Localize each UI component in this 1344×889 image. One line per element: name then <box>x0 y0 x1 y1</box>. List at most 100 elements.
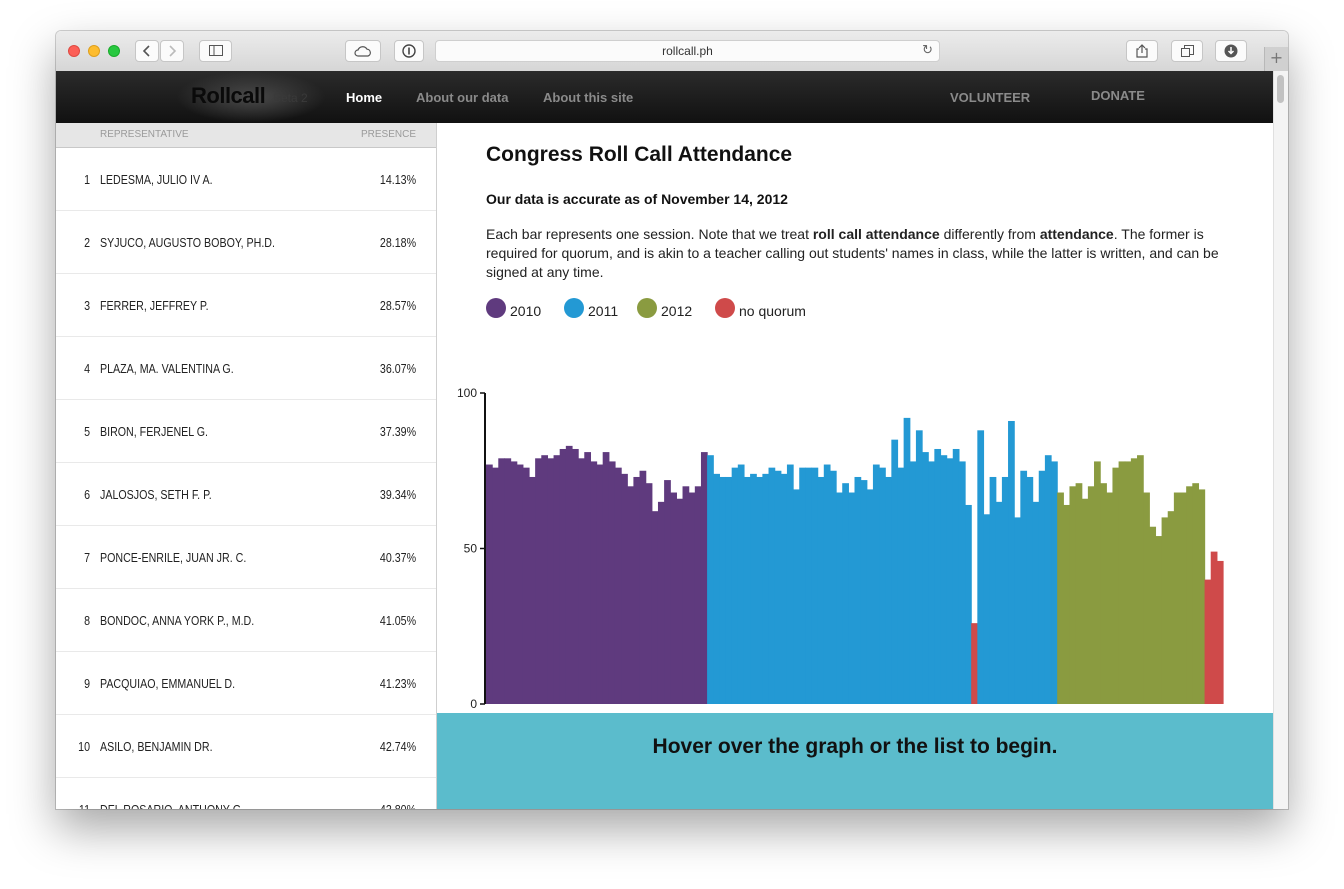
list-item[interactable]: 3 FERRER, JEFFREY P. 28.57% <box>56 274 436 337</box>
nav-about-data[interactable]: About our data <box>416 90 508 105</box>
site-logo[interactable]: Rollcall <box>191 83 266 109</box>
list-item[interactable]: 6 JALOSJOS, SETH F. P. 39.34% <box>56 463 436 526</box>
nav-about-site[interactable]: About this site <box>543 90 633 105</box>
bar-session[interactable] <box>578 458 585 704</box>
bar-session[interactable] <box>1032 501 1040 704</box>
bar-session[interactable] <box>768 467 776 704</box>
bar-session[interactable] <box>971 623 978 704</box>
bar-session[interactable] <box>621 473 628 704</box>
bar-session[interactable] <box>1069 486 1077 704</box>
bar-session[interactable] <box>1167 511 1175 704</box>
tabs-overview-button[interactable] <box>1171 40 1203 62</box>
nav-home[interactable]: Home <box>346 90 382 105</box>
bar-session[interactable] <box>836 492 843 704</box>
list-item[interactable]: 11 DEL ROSARIO, ANTHONY G. 43.80% <box>56 778 436 809</box>
bar-session[interactable] <box>590 461 598 704</box>
bar-session[interactable] <box>811 467 819 704</box>
list-item[interactable]: 9 PACQUIAO, EMMANUEL D. 41.23% <box>56 652 436 715</box>
bar-session[interactable] <box>1020 470 1028 704</box>
close-window-button[interactable] <box>68 45 80 57</box>
list-item[interactable]: 4 PLAZA, MA. VALENTINA G. 36.07% <box>56 337 436 400</box>
bar-session[interactable] <box>915 430 923 704</box>
bar-session[interactable] <box>522 467 530 704</box>
bar-session[interactable] <box>627 486 634 704</box>
bar-session[interactable] <box>688 492 696 704</box>
bar-session[interactable] <box>946 458 954 704</box>
bar-session[interactable] <box>737 464 745 704</box>
bar-session[interactable] <box>1008 420 1015 704</box>
bar-session[interactable] <box>983 514 991 704</box>
bar-session[interactable] <box>1204 579 1212 704</box>
zoom-window-button[interactable] <box>108 45 120 57</box>
bar-session[interactable] <box>872 464 880 704</box>
back-button[interactable] <box>135 40 159 62</box>
bar-session[interactable] <box>670 492 677 704</box>
share-button[interactable] <box>1126 40 1158 62</box>
bar-session[interactable] <box>1180 492 1187 704</box>
bar-session[interactable] <box>1143 492 1150 704</box>
bar-session[interactable] <box>1094 461 1101 704</box>
bar-session[interactable] <box>1130 458 1138 704</box>
bar-session[interactable] <box>651 511 659 704</box>
sidebar-toggle-button[interactable] <box>199 40 232 62</box>
bar-session[interactable] <box>793 489 800 704</box>
bar-session[interactable] <box>940 455 948 704</box>
bar-session[interactable] <box>922 452 929 704</box>
bar-session[interactable] <box>1014 517 1021 704</box>
bar-session[interactable] <box>528 476 536 704</box>
bar-session[interactable] <box>553 455 561 704</box>
bar-session[interactable] <box>584 452 592 704</box>
bar-session[interactable] <box>750 473 757 704</box>
bar-session[interactable] <box>1161 517 1169 704</box>
bar-session[interactable] <box>694 486 702 704</box>
bar-session[interactable] <box>565 445 573 704</box>
bar-session[interactable] <box>602 452 610 704</box>
bar-session[interactable] <box>492 467 499 704</box>
bar-session[interactable] <box>541 455 549 704</box>
bar-session[interactable] <box>596 464 604 704</box>
bar-session[interactable] <box>854 476 862 704</box>
bar-session[interactable] <box>731 467 739 704</box>
bar-session[interactable] <box>1149 526 1157 704</box>
icloud-tabs-button[interactable] <box>345 40 381 62</box>
reload-icon[interactable]: ↻ <box>922 41 933 61</box>
bar-session[interactable] <box>1112 467 1120 704</box>
list-item[interactable]: 5 BIRON, FERJENEL G. 37.39% <box>56 400 436 463</box>
bar-session[interactable] <box>1192 483 1200 704</box>
bar-session[interactable] <box>676 498 684 704</box>
bar-session[interactable] <box>965 504 972 704</box>
scrollbar-thumb[interactable] <box>1277 75 1284 103</box>
bar-session[interactable] <box>1173 492 1181 704</box>
bar-session[interactable] <box>664 480 671 704</box>
bar-session[interactable] <box>1063 504 1071 704</box>
bar-session[interactable] <box>682 486 690 704</box>
page-scrollbar[interactable] <box>1273 71 1288 809</box>
bar-session[interactable] <box>891 439 899 704</box>
nav-volunteer[interactable]: VOLUNTEER <box>950 90 1030 105</box>
new-tab-button[interactable]: + <box>1264 47 1288 71</box>
bar-session[interactable] <box>1106 492 1114 704</box>
bar-session[interactable] <box>1044 455 1052 704</box>
bar-session[interactable] <box>1081 498 1089 704</box>
bar-session[interactable] <box>1001 476 1009 704</box>
bar-session[interactable] <box>799 467 806 704</box>
reader-button[interactable] <box>394 40 424 62</box>
bar-session[interactable] <box>934 448 942 704</box>
bar-session[interactable] <box>725 476 733 704</box>
list-item[interactable]: 8 BONDOC, ANNA YORK P., M.D. 41.05% <box>56 589 436 652</box>
bar-session[interactable] <box>842 483 849 704</box>
bar-session[interactable] <box>829 470 837 704</box>
bar-session[interactable] <box>614 467 622 704</box>
bar-session[interactable] <box>504 458 512 704</box>
bar-session[interactable] <box>1210 551 1218 704</box>
bar-session[interactable] <box>879 467 886 704</box>
header-presence[interactable]: PRESENCE <box>361 129 416 140</box>
list-item[interactable]: 10 ASILO, BENJAMIN DR. 42.74% <box>56 715 436 778</box>
bar-session[interactable] <box>516 464 524 704</box>
bar-session[interactable] <box>1038 470 1046 704</box>
list-item[interactable]: 1 LEDESMA, JULIO IV A. 14.13% <box>56 148 436 211</box>
bar-session[interactable] <box>780 473 788 704</box>
bar-session[interactable] <box>1026 476 1034 704</box>
bar-session[interactable] <box>1137 455 1144 704</box>
bar-session[interactable] <box>1186 486 1193 704</box>
